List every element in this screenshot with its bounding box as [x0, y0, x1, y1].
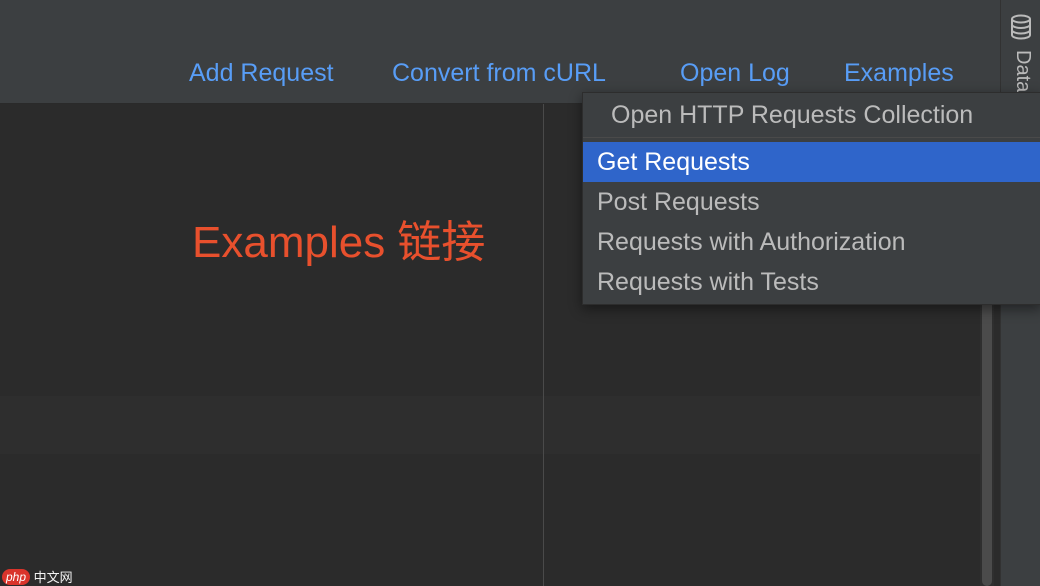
- database-tool-window-label[interactable]: Data: [1011, 50, 1034, 92]
- top-strip: [0, 0, 1000, 51]
- menu-item-requests-with-authorization[interactable]: Requests with Authorization: [583, 222, 1040, 262]
- menu-item-get-requests[interactable]: Get Requests: [583, 142, 1040, 182]
- watermark: php 中文网: [2, 567, 73, 585]
- database-icon[interactable]: [1010, 14, 1032, 45]
- annotation-label: Examples 链接: [192, 218, 486, 267]
- convert-from-curl-link[interactable]: Convert from cURL: [392, 59, 606, 88]
- examples-link[interactable]: Examples: [844, 59, 954, 88]
- watermark-text: 中文网: [33, 570, 73, 585]
- add-request-link[interactable]: Add Request: [189, 59, 334, 88]
- scrollbar-thumb[interactable]: [982, 300, 992, 586]
- popup-separator: [583, 137, 1040, 138]
- editor-pane[interactable]: Examples 链接: [0, 104, 543, 586]
- popup-header: Open HTTP Requests Collection: [611, 101, 974, 129]
- editor-current-line: [0, 396, 543, 454]
- menu-item-post-requests[interactable]: Post Requests: [583, 182, 1040, 222]
- examples-popup-menu: Open HTTP Requests Collection Get Reques…: [582, 92, 1040, 305]
- response-current-line: [544, 396, 980, 454]
- watermark-badge: php: [2, 568, 31, 585]
- menu-item-requests-with-tests[interactable]: Requests with Tests: [583, 262, 1040, 302]
- open-log-link[interactable]: Open Log: [680, 59, 790, 88]
